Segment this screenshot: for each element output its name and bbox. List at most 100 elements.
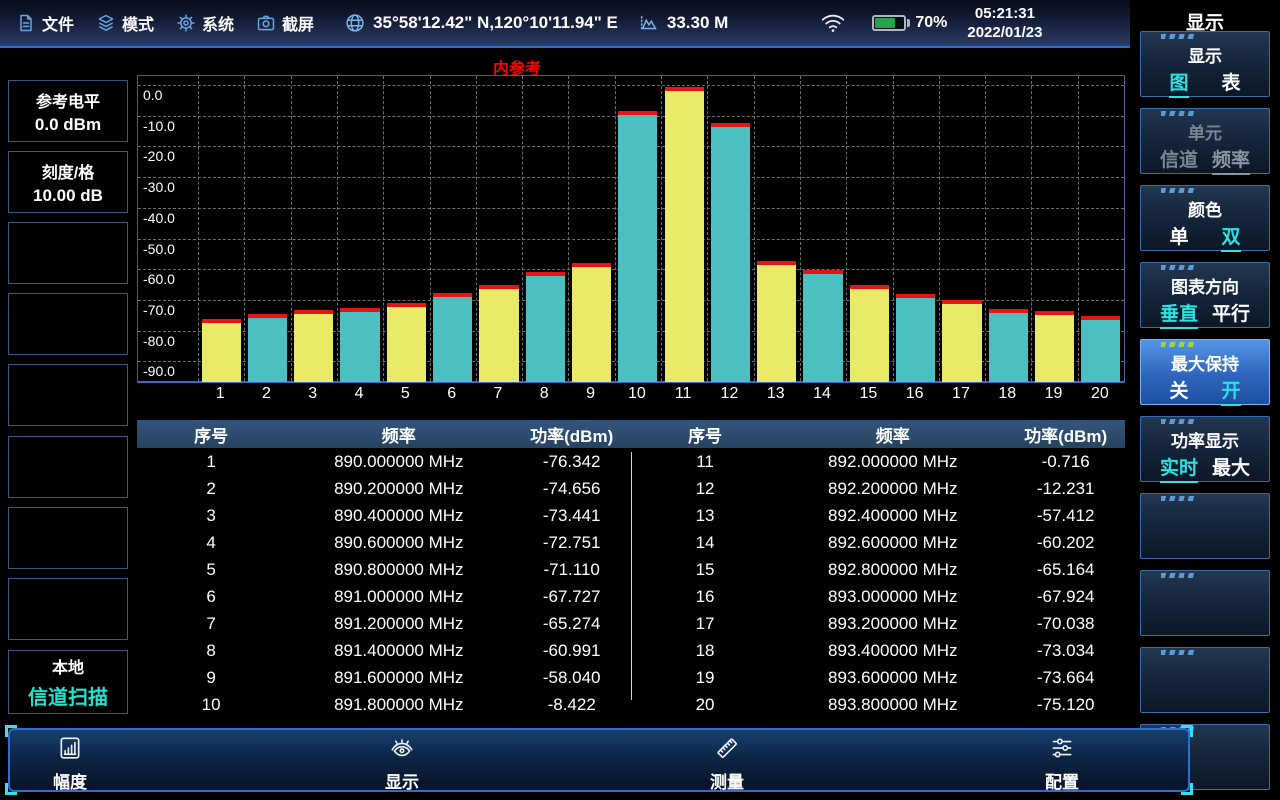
left-softkey-empty [8,293,128,355]
grid-line-v [985,76,986,381]
table-cell: -8.422 [512,695,631,715]
nav-item-label: 模式 [122,11,154,35]
grid-line-v [661,76,662,381]
x-axis-tick: 12 [706,385,752,403]
table-cell: 890.800000 MHz [285,560,512,580]
bottom-menu-measure[interactable]: 测量 [685,735,769,793]
nav-item-mode[interactable]: 模式 [96,11,154,35]
channel-table: 序号频率功率(dBm)序号频率功率(dBm) 1890.000000 MHz-7… [137,420,1125,718]
top-nav: 文件 模式系统截屏 [0,11,314,35]
table-cell: -12.231 [1006,479,1125,499]
table-cell: 12 [631,479,779,499]
nav-item-screenshot[interactable]: 截屏 [256,11,314,35]
channel-bar-9 [572,263,611,382]
bottom-menu-config[interactable]: 配置 [1020,735,1104,793]
bottom-menu-amplitude[interactable]: 幅度 [28,735,112,793]
softkey-color[interactable]: 颜色单双 [1140,185,1270,251]
globe-icon [344,12,366,34]
table-cell: 4 [137,533,285,553]
channel-bar-13 [757,261,796,382]
x-axis-tick: 6 [429,385,475,403]
button-notch-icon [1161,265,1197,270]
scan-mode-button[interactable]: 本地 信道扫描 [8,650,128,714]
softkey-unit[interactable]: 单元信道频率 [1140,108,1270,174]
main-area: 内参考 0.0-10.0-20.0-30.0-40.0-50.0-60.0-70… [135,48,1130,800]
table-cell: 5 [137,560,285,580]
scale-per-div-button[interactable]: 刻度/格 10.00 dB [8,151,128,213]
softkey-option[interactable]: 开 [1221,382,1240,406]
right-softkey-empty [1140,647,1270,713]
softkey-display-mode[interactable]: 显示图表 [1140,31,1270,97]
table-cell: 891.800000 MHz [285,695,512,715]
table-cell: 891.600000 MHz [285,668,512,688]
x-axis-tick: 1 [197,385,243,403]
table-header-cell: 序号 [631,422,779,447]
softkey-option[interactable]: 实时 [1160,459,1198,483]
nav-item-system[interactable]: 系统 [176,11,234,35]
softkey-option[interactable]: 图 [1169,74,1188,98]
table-cell: -58.040 [512,668,631,688]
table-cell: 18 [631,641,779,661]
softkey-power-display[interactable]: 功率显示实时最大 [1140,416,1270,482]
table-cell: 893.200000 MHz [779,614,1006,634]
x-axis-tick: 14 [799,385,845,403]
button-notch-icon [1161,573,1197,578]
bottom-menu-display[interactable]: 显示 [360,735,444,793]
table-header-cell: 功率(dBm) [1006,422,1125,447]
channel-bar-12 [711,123,750,382]
channel-bar-11 [665,87,704,382]
table-cell: 891.400000 MHz [285,641,512,661]
channel-bar-20 [1081,316,1120,382]
bottom-menu-label: 幅度 [53,768,87,793]
table-cell: -60.991 [512,641,631,661]
table-cell: -70.038 [1006,614,1125,634]
button-notch-icon [1161,34,1197,39]
left-softkey-panel: 参考电平 0.0 dBm 刻度/格 10.00 dB 本地 信道扫描 [0,48,135,800]
channel-bar-2 [248,314,287,382]
softkey-option[interactable]: 双 [1221,228,1240,252]
softkey-max-hold[interactable]: 最大保持关 开 [1140,339,1270,405]
grid-line-v [522,76,523,381]
top-bar: 文件模式系统截屏 35°58'12.42" N,120°10'11.94" E … [0,0,1130,48]
x-axis-tick: 17 [938,385,984,403]
softkey-option[interactable]: 信道 [1160,151,1198,175]
table-row: 3890.400000 MHz-73.44113892.400000 MHz-5… [137,502,1125,529]
channel-bar-3 [294,310,333,382]
channel-bar-19 [1035,311,1074,382]
softkey-option[interactable]: 频率 [1212,151,1250,175]
scale-per-div-label: 刻度/格 [42,159,94,183]
scale-per-div-value: 10.00 dB [33,186,103,206]
grid-line-v [939,76,940,381]
softkey-title: 最大保持 [1141,350,1269,375]
softkey-chart-orientation[interactable]: 图表方向垂直平行 [1140,262,1270,328]
eye-icon [388,735,416,766]
channel-bar-10 [618,111,657,382]
ref-level-button[interactable]: 参考电平 0.0 dBm [8,80,128,142]
channel-bar-16 [896,294,935,382]
table-cell: 7 [137,614,285,634]
bottom-menu-label: 测量 [710,768,744,793]
left-softkey-empty [8,436,128,498]
softkey-option[interactable]: 表 [1221,74,1240,98]
grid-line-v [754,76,755,381]
gps-coordinates: 35°58'12.42" N,120°10'11.94" E [373,13,618,33]
softkey-option[interactable]: 最大 [1212,459,1250,483]
channel-bar-6 [433,293,472,382]
table-row: 2890.200000 MHz-74.65612892.200000 MHz-1… [137,475,1125,502]
y-axis-tick: -70.0 [143,302,175,318]
nav-item-file[interactable]: 文件 [16,11,74,35]
grid-line-h [138,85,1124,86]
table-cell: -73.034 [1006,641,1125,661]
x-axis-tick: 9 [567,385,613,403]
softkey-option[interactable]: 平行 [1212,305,1250,329]
softkey-option[interactable]: 单 [1169,228,1188,252]
corner-bracket [1181,783,1193,795]
channel-scan-chart: 0.0-10.0-20.0-30.0-40.0-50.0-60.0-70.0-8… [137,75,1125,383]
softkey-option[interactable]: 垂直 [1160,305,1198,329]
table-cell: 892.800000 MHz [779,560,1006,580]
right-softkey-empty [1140,570,1270,636]
table-cell: 891.000000 MHz [285,587,512,607]
softkey-option[interactable]: 关 [1169,382,1188,406]
y-axis-tick: -80.0 [143,333,175,349]
right-softkey-panel: 显示 显示图表单元信道频率颜色单双图表方向垂直平行最大保持关开功率显示实时最大 [1130,0,1280,800]
